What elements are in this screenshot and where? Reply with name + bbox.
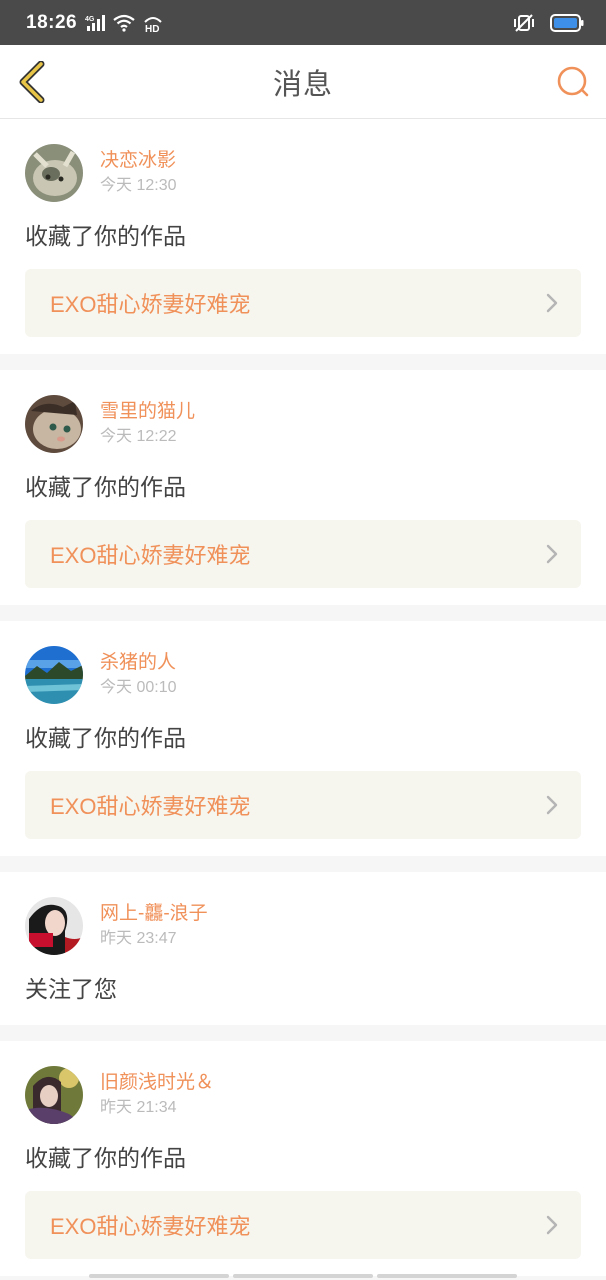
user-name[interactable]: 杀猪的人: [100, 650, 177, 676]
message-list: 决恋冰影 今天 12:30 收藏了你的作品 EXO甜心娇妻好难宠 雪里的猫儿 今…: [0, 119, 606, 1276]
status-time: 18:26: [26, 11, 78, 33]
message-header: 决恋冰影 今天 12:30: [25, 143, 581, 203]
nav-hint-bar: [233, 1274, 373, 1278]
page-title: 消息: [272, 68, 333, 101]
network-type-label: 4G: [85, 16, 95, 23]
message-item[interactable]: 决恋冰影 今天 12:30 收藏了你的作品 EXO甜心娇妻好难宠: [0, 119, 606, 354]
message-time: 昨天 23:47: [100, 930, 177, 947]
search-button[interactable]: [556, 65, 590, 99]
cat-avatar[interactable]: [25, 395, 83, 453]
action-text: 收藏了你的作品: [25, 1145, 186, 1171]
app-bar: 消息: [0, 45, 606, 119]
message-time: 今天 12:30: [100, 177, 177, 194]
nav-hint-bar: [89, 1274, 229, 1278]
chevron-left-icon: [19, 61, 45, 103]
work-title: EXO甜心娇妻好难宠: [50, 543, 251, 568]
back-button[interactable]: [14, 59, 50, 105]
action-text: 关注了您: [25, 976, 117, 1002]
nav-hint-bar: [377, 1274, 517, 1278]
action-text: 收藏了你的作品: [25, 725, 186, 751]
person-avatar[interactable]: [25, 897, 83, 955]
bottom-nav-hint: [0, 1274, 606, 1280]
action-text: 收藏了你的作品: [25, 223, 186, 249]
work-title: EXO甜心娇妻好难宠: [50, 1214, 251, 1239]
cat-avatar[interactable]: [25, 144, 83, 202]
chevron-right-icon: [546, 1215, 558, 1235]
message-item[interactable]: 雪里的猫儿 今天 12:22 收藏了你的作品 EXO甜心娇妻好难宠: [0, 370, 606, 605]
work-link[interactable]: EXO甜心娇妻好难宠: [25, 1191, 581, 1259]
search-icon: [557, 66, 589, 97]
work-link[interactable]: EXO甜心娇妻好难宠: [25, 771, 581, 839]
landscape-avatar[interactable]: [25, 646, 83, 704]
work-title: EXO甜心娇妻好难宠: [50, 794, 251, 819]
message-item[interactable]: 旧颜浅时光＆ 昨天 21:34 收藏了你的作品 EXO甜心娇妻好难宠: [0, 1041, 606, 1276]
user-name[interactable]: 决恋冰影: [100, 148, 177, 174]
signal-icon: 4G: [85, 14, 106, 32]
hd-icon: HD: [143, 13, 163, 33]
user-name[interactable]: 旧颜浅时光＆: [100, 1070, 214, 1096]
chevron-right-icon: [546, 293, 558, 313]
battery-icon: [550, 13, 584, 32]
vibrate-icon: [512, 13, 536, 33]
chevron-right-icon: [546, 544, 558, 564]
work-link[interactable]: EXO甜心娇妻好难宠: [25, 520, 581, 588]
wifi-icon: [113, 14, 135, 32]
message-item[interactable]: 杀猪的人 今天 00:10 收藏了你的作品 EXO甜心娇妻好难宠: [0, 621, 606, 856]
message-time: 今天 00:10: [100, 679, 177, 696]
message-header: 旧颜浅时光＆ 昨天 21:34: [25, 1065, 581, 1125]
message-header: 雪里的猫儿 今天 12:22: [25, 394, 581, 454]
hd-label: HD: [145, 24, 159, 33]
work-link[interactable]: EXO甜心娇妻好难宠: [25, 269, 581, 337]
chevron-right-icon: [546, 795, 558, 815]
user-name[interactable]: 网上-龘-浪子: [100, 901, 208, 927]
person-avatar[interactable]: [25, 1066, 83, 1124]
status-bar: 18:26 4G HD: [0, 0, 606, 45]
message-time: 今天 12:22: [100, 428, 177, 445]
message-time: 昨天 21:34: [100, 1099, 177, 1116]
user-name[interactable]: 雪里的猫儿: [100, 399, 195, 425]
action-text: 收藏了你的作品: [25, 474, 186, 500]
work-title: EXO甜心娇妻好难宠: [50, 292, 251, 317]
message-item[interactable]: 网上-龘-浪子 昨天 23:47 关注了您: [0, 872, 606, 1025]
message-header: 杀猪的人 今天 00:10: [25, 645, 581, 705]
message-header: 网上-龘-浪子 昨天 23:47: [25, 896, 581, 956]
